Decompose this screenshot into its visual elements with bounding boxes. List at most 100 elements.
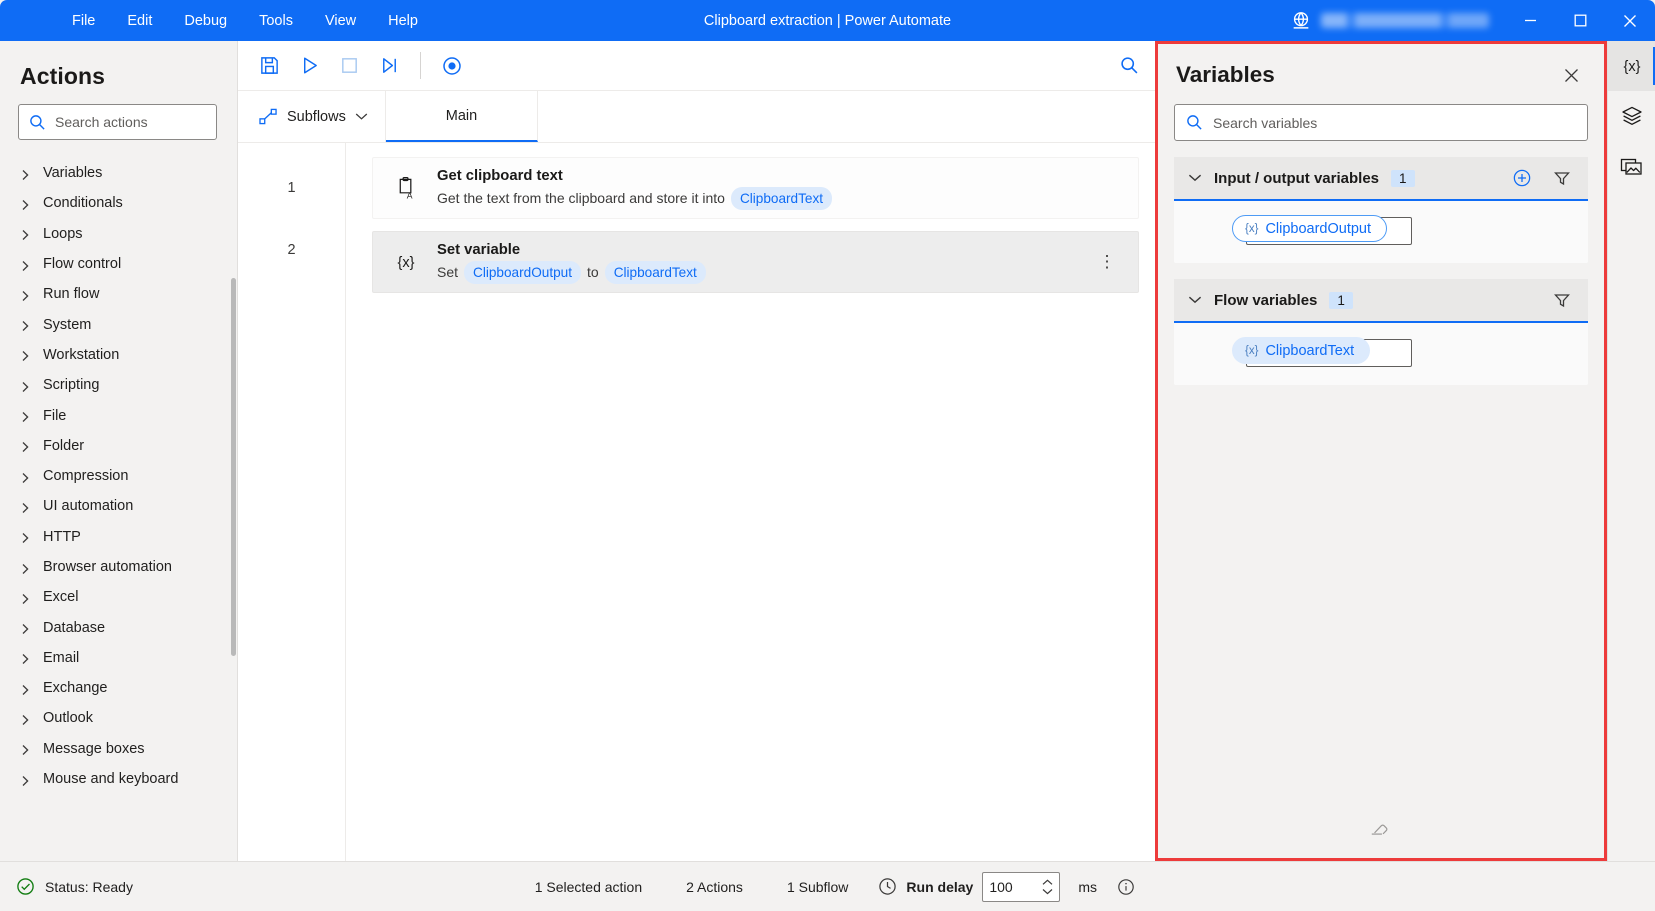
action-more-menu-button[interactable]: ⋮ (1094, 247, 1120, 277)
search-variables-input[interactable]: Search variables (1174, 104, 1588, 141)
sidebar-item-mouse-and-keyboard[interactable]: Mouse and keyboard (0, 764, 237, 794)
chevron-right-icon (21, 350, 30, 359)
chevron-up-icon[interactable] (1042, 879, 1053, 886)
table-row[interactable]: A Get clipboard text Get the text from t… (372, 157, 1139, 219)
subflows-dropdown[interactable]: Subflows (238, 91, 386, 142)
sidebar-item-label: UI automation (43, 498, 133, 514)
sidebar-item-database[interactable]: Database (0, 612, 237, 642)
run-delay-value[interactable]: 100 (989, 879, 1042, 895)
chevron-down-icon[interactable] (1188, 173, 1202, 183)
run-delay-stepper[interactable]: 100 (982, 872, 1060, 902)
sidebar-item-label: Exchange (43, 680, 108, 696)
sidebar-item-email[interactable]: Email (0, 643, 237, 673)
sidebar-item-scripting[interactable]: Scripting (0, 370, 237, 400)
sidebar-item-loops[interactable]: Loops (0, 219, 237, 249)
clipboard-text-icon: A (391, 176, 421, 201)
variable-chip[interactable]: ClipboardText (605, 261, 706, 284)
menu-view-label: View (325, 13, 356, 29)
tab-main-label: Main (446, 108, 477, 124)
sidebar-item-ui-automation[interactable]: UI automation (0, 491, 237, 521)
sidebar-item-exchange[interactable]: Exchange (0, 673, 237, 703)
sidebar-item-http[interactable]: HTTP (0, 522, 237, 552)
menu-tools[interactable]: Tools (243, 0, 309, 41)
subflow-count: 1 Subflow (765, 879, 870, 895)
sidebar-item-label: Outlook (43, 710, 93, 726)
sidebar-item-label: Email (43, 650, 79, 666)
minimize-button[interactable] (1505, 0, 1555, 41)
variable-chip[interactable]: ClipboardOutput (464, 261, 581, 284)
rail-variables[interactable]: {x} (1608, 41, 1655, 91)
run-delay-info-button[interactable] (1117, 878, 1135, 896)
action-desc-prefix: Get the text from the clipboard and stor… (437, 188, 725, 208)
run-next-action-button[interactable] (370, 47, 408, 85)
rail-images[interactable] (1608, 141, 1655, 191)
variable-group-name: Flow variables (1214, 292, 1317, 309)
variable-group-header[interactable]: Input / output variables 1 (1174, 157, 1588, 201)
variable-braces-icon: {x} (1245, 345, 1258, 357)
chevron-down-icon[interactable] (1042, 888, 1053, 895)
action-text: Get clipboard text Get the text from the… (437, 166, 1120, 209)
variable-group-header[interactable]: Flow variables 1 (1174, 279, 1588, 323)
status-indicator: Status: Ready (16, 877, 133, 896)
search-icon (1186, 114, 1203, 131)
eraser-icon[interactable] (1369, 819, 1393, 839)
recorder-button[interactable] (433, 47, 471, 85)
search-variables-placeholder: Search variables (1213, 115, 1317, 131)
action-desc-prefix: Set (437, 262, 458, 282)
svg-text:A: A (406, 190, 412, 200)
sidebar-item-browser-automation[interactable]: Browser automation (0, 552, 237, 582)
menu-help[interactable]: Help (372, 0, 434, 41)
sidebar-item-workstation[interactable]: Workstation (0, 340, 237, 370)
flow-toolbar (238, 41, 1155, 91)
sidebar-item-label: System (43, 317, 91, 333)
filter-variables-button[interactable] (1548, 286, 1576, 314)
sidebar-item-variables[interactable]: Variables (0, 158, 237, 188)
sidebar-scrollbar[interactable] (231, 278, 236, 656)
variable-pill[interactable]: {x} ClipboardOutput (1232, 215, 1387, 242)
stop-icon (339, 55, 360, 76)
menu-view[interactable]: View (309, 0, 372, 41)
layers-icon (1621, 105, 1643, 127)
maximize-button[interactable] (1555, 0, 1605, 41)
list-item[interactable]: {x} ClipboardText (1190, 337, 1572, 367)
run-button[interactable] (290, 47, 328, 85)
menu-edit[interactable]: Edit (111, 0, 168, 41)
line-number: 2 (238, 219, 345, 281)
table-row[interactable]: {x} Set variable Set ClipboardOutput to … (372, 231, 1139, 293)
title-bar-right (1290, 0, 1655, 41)
stop-button[interactable] (330, 47, 368, 85)
variable-pill[interactable]: {x} ClipboardText (1232, 337, 1370, 364)
filter-variables-button[interactable] (1548, 164, 1576, 192)
sidebar-item-system[interactable]: System (0, 309, 237, 339)
account-area[interactable] (1290, 10, 1489, 32)
list-item[interactable]: {x} ClipboardOutput (1190, 215, 1572, 245)
sidebar-item-compression[interactable]: Compression (0, 461, 237, 491)
variables-panel-close-button[interactable] (1556, 60, 1586, 90)
sidebar-item-excel[interactable]: Excel (0, 582, 237, 612)
sidebar-item-label: HTTP (43, 529, 81, 545)
stepper-arrows[interactable] (1042, 879, 1053, 895)
actions-canvas: A Get clipboard text Get the text from t… (346, 143, 1155, 861)
toolbar-divider (420, 52, 421, 79)
sidebar-item-folder[interactable]: Folder (0, 431, 237, 461)
chevron-down-icon[interactable] (1188, 295, 1202, 305)
tab-main[interactable]: Main (386, 91, 538, 142)
sidebar-item-outlook[interactable]: Outlook (0, 703, 237, 733)
save-button[interactable] (250, 47, 288, 85)
sidebar-item-message-boxes[interactable]: Message boxes (0, 734, 237, 764)
line-number-gutter: 1 2 (238, 143, 346, 861)
variable-chip[interactable]: ClipboardText (731, 187, 832, 210)
menu-debug[interactable]: Debug (168, 0, 243, 41)
rail-ui-elements[interactable] (1608, 91, 1655, 141)
add-variable-button[interactable] (1508, 164, 1536, 192)
sidebar-item-file[interactable]: File (0, 400, 237, 430)
variable-braces-icon: {x} (391, 252, 421, 272)
menu-file[interactable]: File (56, 0, 111, 41)
sidebar-item-conditionals[interactable]: Conditionals (0, 188, 237, 218)
sidebar-item-flow-control[interactable]: Flow control (0, 249, 237, 279)
sidebar-item-run-flow[interactable]: Run flow (0, 279, 237, 309)
search-actions-input[interactable]: Search actions (18, 104, 217, 140)
search-flow-button[interactable] (1103, 41, 1155, 91)
chevron-right-icon (21, 169, 30, 178)
close-button[interactable] (1605, 0, 1655, 41)
